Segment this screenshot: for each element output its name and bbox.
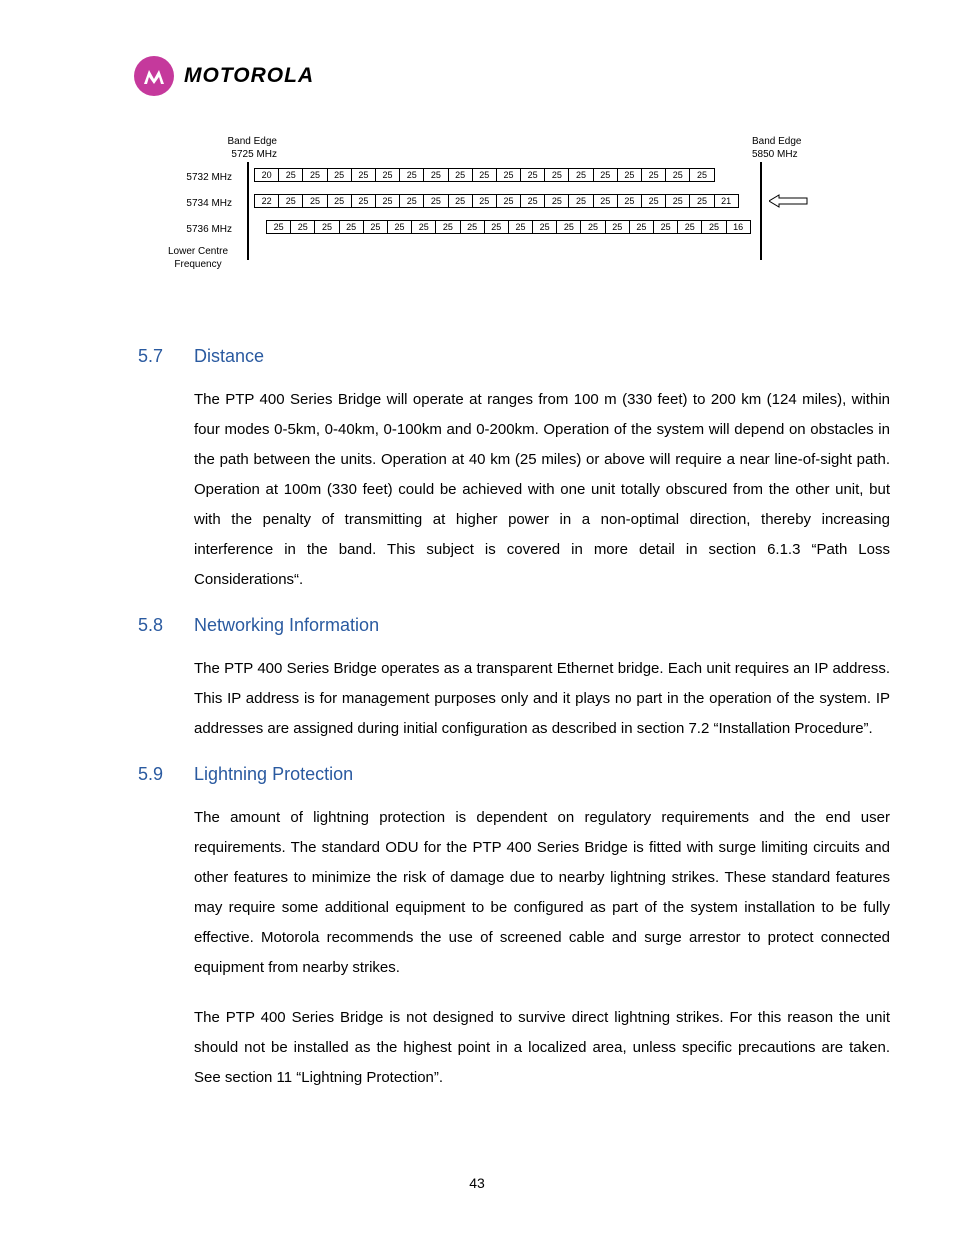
section-heading-lightning: 5.9 Lightning Protection (64, 764, 890, 785)
table-cell: 25 (339, 220, 364, 234)
section-number: 5.8 (134, 615, 194, 636)
table-cell: 25 (423, 168, 448, 182)
section-body: The amount of lightning protection is de… (194, 803, 890, 983)
frequency-chart: Band Edge 5725 MHz Band Edge 5850 MHz 57… (152, 136, 802, 286)
table-cell: 25 (278, 194, 303, 208)
table-cell: 25 (665, 168, 690, 182)
table-cell: 25 (387, 220, 412, 234)
table-cell: 25 (314, 220, 339, 234)
table-cell: 25 (641, 194, 666, 208)
motorola-logo-icon (134, 56, 174, 96)
table-cell: 25 (375, 194, 400, 208)
table-cell: 25 (448, 194, 473, 208)
row-label: 5734 MHz (162, 198, 232, 209)
table-cell: 25 (460, 220, 485, 234)
table-cell: 25 (484, 220, 509, 234)
table-cell: 25 (617, 168, 642, 182)
table-cell: 25 (677, 220, 702, 234)
table-cell: 25 (689, 168, 714, 182)
table-cell: 25 (399, 168, 424, 182)
table-cell: 25 (375, 168, 400, 182)
table-cell: 25 (605, 220, 630, 234)
section-title: Networking Information (194, 615, 379, 636)
band-edge-right-line (760, 162, 762, 260)
brand-wordmark: MOTOROLA (184, 64, 314, 88)
table-cell: 25 (544, 168, 569, 182)
table-cell: 25 (701, 220, 726, 234)
section-title: Distance (194, 346, 264, 367)
table-cell: 25 (496, 168, 521, 182)
table-row: 2525252525252525252525252525252525252516 (267, 220, 751, 234)
table-cell: 25 (448, 168, 473, 182)
table-cell: 21 (714, 194, 739, 208)
table-cell: 25 (520, 194, 545, 208)
table-cell: 16 (726, 220, 751, 234)
section-body: The PTP 400 Series Bridge is not designe… (194, 1003, 890, 1093)
table-cell: 22 (254, 194, 279, 208)
table-cell: 25 (423, 194, 448, 208)
section-body: The PTP 400 Series Bridge operates as a … (194, 654, 890, 744)
table-cell: 25 (617, 194, 642, 208)
table-cell: 25 (351, 168, 376, 182)
band-edge-right-label: Band Edge 5850 MHz (752, 136, 822, 161)
table-cell: 25 (532, 220, 557, 234)
table-cell: 25 (508, 220, 533, 234)
table-row: 20252525252525252525252525252525252525 (255, 168, 715, 182)
table-cell: 25 (435, 220, 460, 234)
table-cell: 25 (653, 220, 678, 234)
table-cell: 25 (327, 168, 352, 182)
table-cell: 20 (254, 168, 279, 182)
table-cell: 25 (544, 194, 569, 208)
table-cell: 25 (568, 194, 593, 208)
table-cell: 25 (641, 168, 666, 182)
arrow-left-icon (769, 194, 809, 208)
table-cell: 25 (351, 194, 376, 208)
brand-header: MOTOROLA (134, 56, 890, 96)
lower-centre-frequency-label: Lower Centre Frequency (158, 246, 238, 271)
section-number: 5.7 (134, 346, 194, 367)
table-cell: 25 (290, 220, 315, 234)
table-cell: 25 (266, 220, 291, 234)
table-cell: 25 (472, 194, 497, 208)
table-cell: 25 (399, 194, 424, 208)
table-cell: 25 (327, 194, 352, 208)
table-cell: 25 (665, 194, 690, 208)
band-edge-left-label: Band Edge 5725 MHz (207, 136, 277, 161)
row-label: 5732 MHz (162, 172, 232, 183)
table-cell: 25 (689, 194, 714, 208)
table-cell: 25 (629, 220, 654, 234)
section-heading-networking: 5.8 Networking Information (64, 615, 890, 636)
table-cell: 25 (302, 194, 327, 208)
band-edge-left-line (247, 162, 249, 260)
table-cell: 25 (556, 220, 581, 234)
section-number: 5.9 (134, 764, 194, 785)
table-cell: 25 (472, 168, 497, 182)
table-cell: 25 (593, 194, 618, 208)
table-cell: 25 (496, 194, 521, 208)
section-body: The PTP 400 Series Bridge will operate a… (194, 385, 890, 595)
table-cell: 25 (363, 220, 388, 234)
section-heading-distance: 5.7 Distance (64, 346, 890, 367)
table-row: 2225252525252525252525252525252525252521 (255, 194, 739, 208)
table-cell: 25 (593, 168, 618, 182)
row-label: 5736 MHz (162, 224, 232, 235)
section-title: Lightning Protection (194, 764, 353, 785)
table-cell: 25 (520, 168, 545, 182)
table-cell: 25 (278, 168, 303, 182)
table-cell: 25 (302, 168, 327, 182)
table-cell: 25 (411, 220, 436, 234)
table-cell: 25 (580, 220, 605, 234)
table-cell: 25 (568, 168, 593, 182)
page-number: 43 (0, 1175, 954, 1191)
